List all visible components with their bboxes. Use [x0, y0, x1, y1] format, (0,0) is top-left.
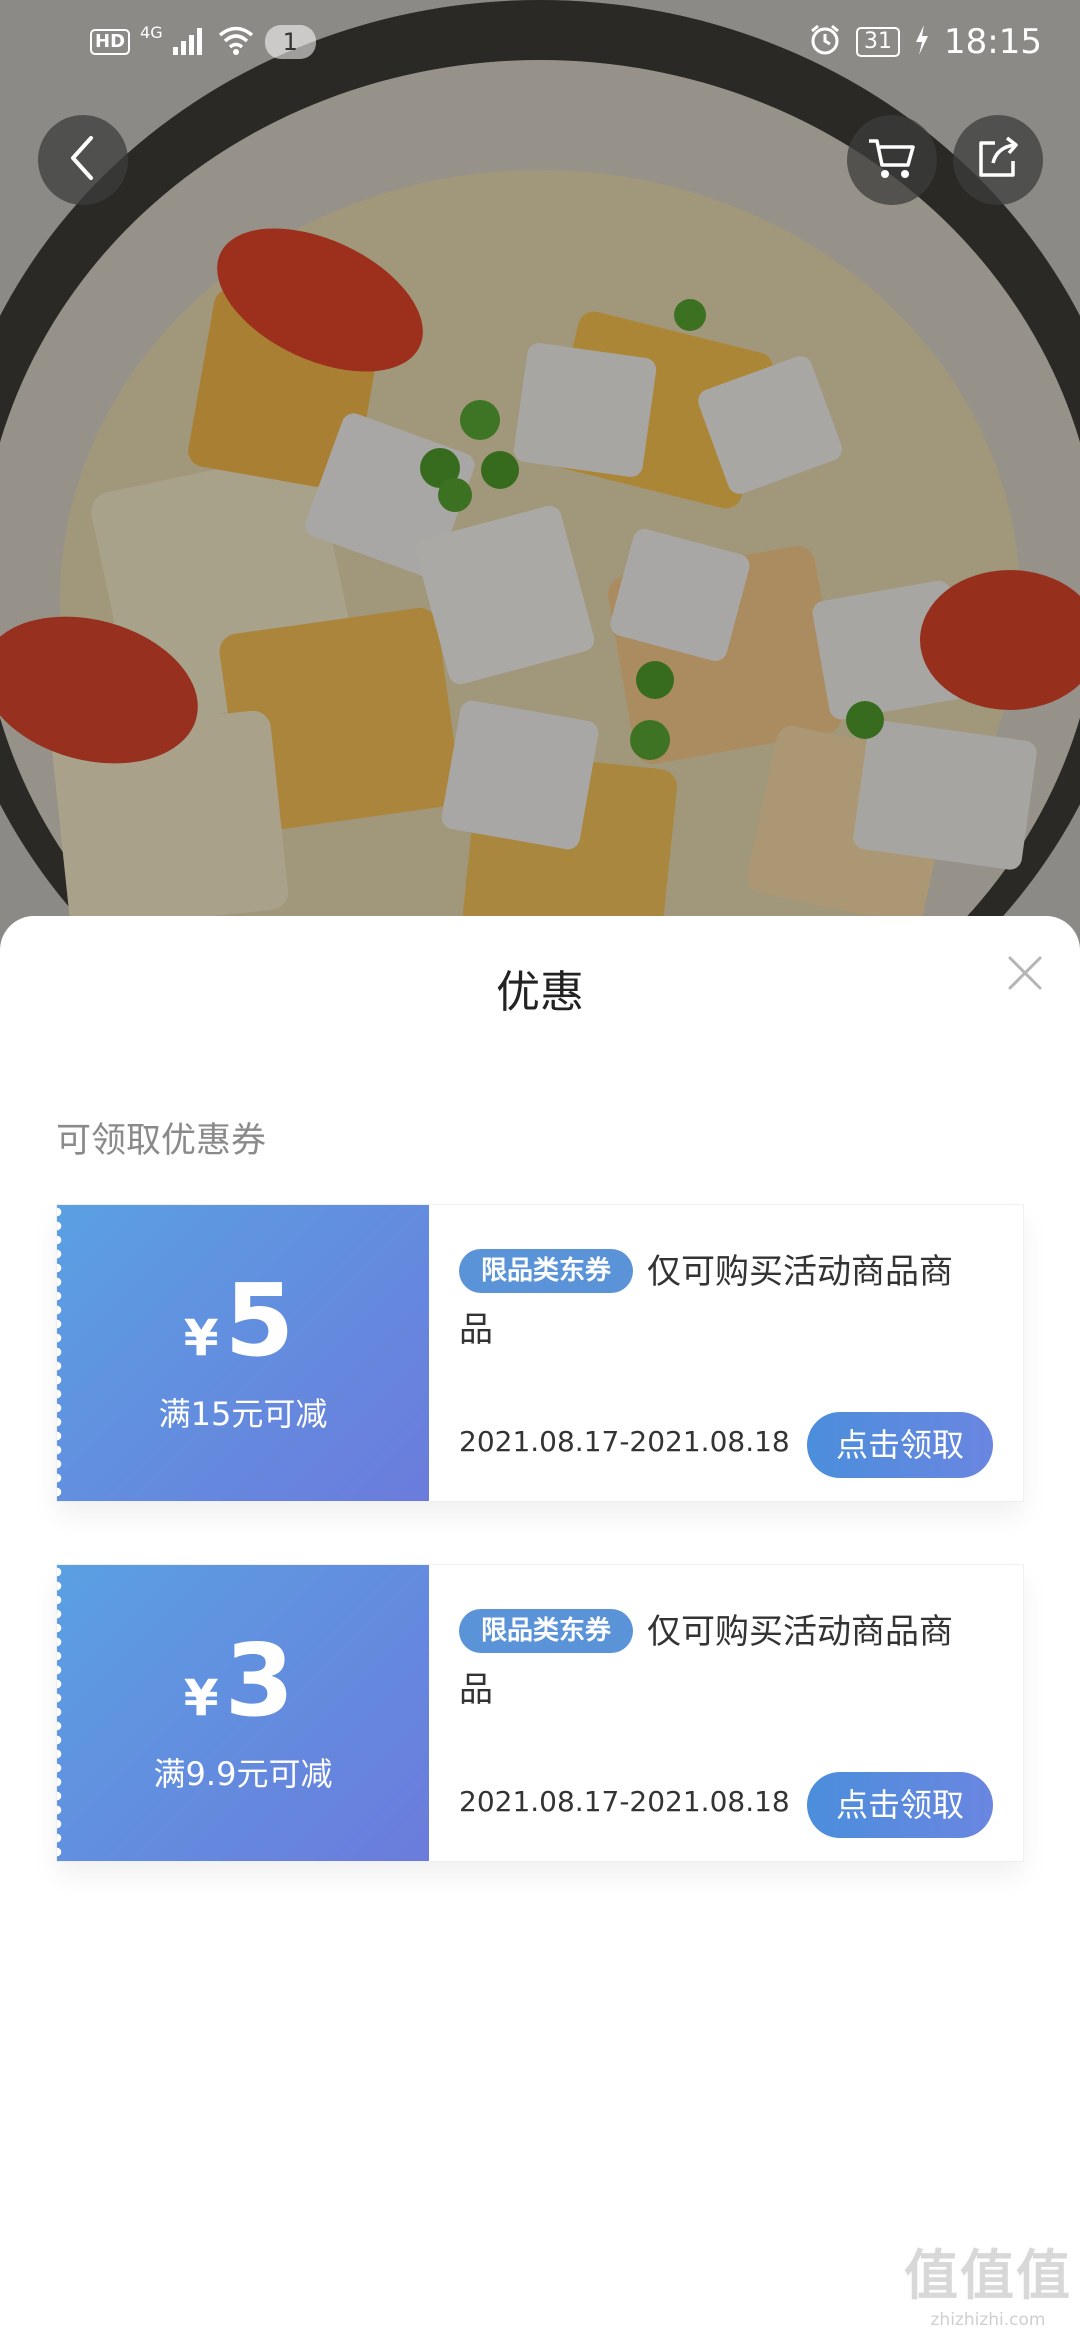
- watermark-url: zhizhizhi.com: [930, 2310, 1046, 2330]
- coupon-validity: 2021.08.17-2021.08.18: [459, 1425, 790, 1458]
- coupon-card: ¥ 5 满15元可减 限品类东券 仅可购买活动商品商品 2021.08.17-20…: [56, 1204, 1024, 1502]
- coupon-tag: 限品类东券: [459, 1609, 634, 1653]
- coupon-amount-line: ¥ 5: [184, 1271, 294, 1371]
- coupon-amount: 5: [224, 1262, 295, 1379]
- alarm-icon: [808, 23, 842, 61]
- hd-badge: HD: [90, 29, 131, 55]
- signal-icon: [172, 25, 207, 59]
- coupon-amount: 3: [224, 1622, 295, 1739]
- coupon-value-panel: ¥ 5 满15元可减: [57, 1205, 429, 1501]
- coupon-validity: 2021.08.17-2021.08.18: [459, 1785, 790, 1818]
- claim-button[interactable]: 点击领取: [807, 1412, 993, 1478]
- coupon-description-block: 限品类东券 仅可购买活动商品商品: [459, 1243, 983, 1359]
- wifi-icon: [217, 25, 255, 59]
- chevron-left-icon: [63, 133, 103, 187]
- coupon-info: 限品类东券 仅可购买活动商品商品 2021.08.17-2021.08.18 点击…: [429, 1205, 1023, 1501]
- currency-symbol: ¥: [183, 1669, 219, 1727]
- clock: 18:15: [944, 22, 1042, 62]
- status-right: 31 18:15: [808, 20, 1042, 64]
- coupon-condition: 满15元可减: [158, 1395, 328, 1433]
- currency-symbol: ¥: [183, 1309, 219, 1367]
- coupon-amount-line: ¥ 3: [184, 1631, 294, 1731]
- sheet-title: 优惠: [496, 967, 584, 1018]
- claim-button[interactable]: 点击领取: [807, 1772, 993, 1838]
- status-bar: HD 4G 1 31 18:15: [0, 0, 1080, 84]
- watermark-logo: 值值值: [904, 2244, 1072, 2307]
- share-icon: [973, 133, 1023, 187]
- coupon-sheet: 优惠 可领取优惠券 ¥ 5 满15元可减 限品类东券 仅可购买活动商品商品 202…: [0, 916, 1080, 2340]
- cart-icon: [866, 135, 918, 185]
- coupon-tag: 限品类东券: [459, 1249, 634, 1293]
- section-label: 可领取优惠券: [56, 1121, 267, 1161]
- network-type: 4G: [140, 22, 163, 42]
- coupon-description-block: 限品类东券 仅可购买活动商品商品: [459, 1603, 983, 1719]
- back-button[interactable]: [38, 115, 128, 205]
- coupon-condition: 满9.9元可减: [153, 1755, 333, 1793]
- coupon-card: ¥ 3 满9.9元可减 限品类东券 仅可购买活动商品商品 2021.08.17-2…: [56, 1564, 1024, 1862]
- cart-button[interactable]: [847, 115, 937, 205]
- notification-count: 1: [264, 25, 316, 59]
- charging-icon: [914, 25, 930, 59]
- share-button[interactable]: [953, 115, 1043, 205]
- battery-level: 31: [856, 27, 901, 57]
- watermark: 值值值 zhizhizhi.com: [904, 2231, 1072, 2330]
- coupon-value-panel: ¥ 3 满9.9元可减: [57, 1565, 429, 1861]
- coupon-info: 限品类东券 仅可购买活动商品商品 2021.08.17-2021.08.18 点击…: [429, 1565, 1023, 1861]
- status-left: HD 4G 1: [90, 22, 316, 62]
- close-icon: [1007, 955, 1043, 995]
- close-button[interactable]: [1000, 950, 1050, 1000]
